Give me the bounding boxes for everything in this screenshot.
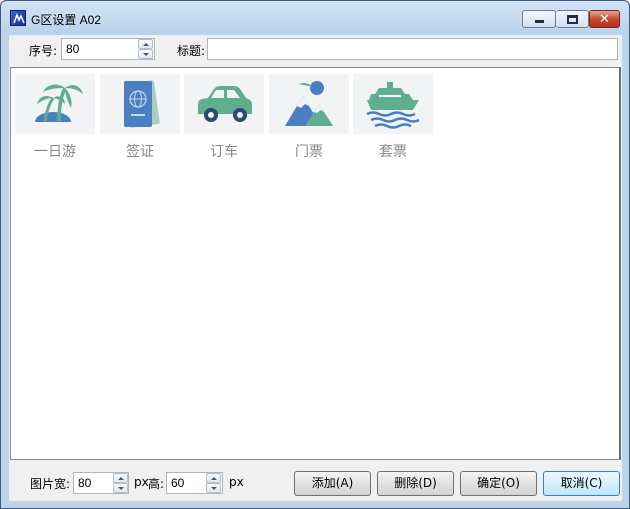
maximize-icon: [567, 15, 578, 24]
index-spin-up-icon[interactable]: [138, 39, 153, 49]
minimize-button[interactable]: [522, 10, 556, 28]
tile-package[interactable]: [353, 74, 433, 134]
passport-icon: [124, 80, 160, 128]
index-spin-down-icon[interactable]: [138, 49, 153, 59]
image-height-label: 高:: [148, 477, 165, 491]
tile-tickets[interactable]: [269, 74, 349, 134]
tile-label-tickets: 门票: [295, 144, 323, 160]
image-width-spinner[interactable]: [113, 473, 128, 493]
window-title: G区设置 A02: [31, 13, 102, 27]
tile-day-tour[interactable]: [15, 74, 95, 134]
index-spinner[interactable]: [138, 39, 153, 59]
tile-car-rental[interactable]: [184, 74, 264, 134]
tile-label-car-rental: 订车: [210, 144, 238, 160]
tile-label-package: 套票: [379, 144, 407, 160]
height-spin-down-icon[interactable]: [206, 483, 221, 493]
close-button[interactable]: ✕: [589, 10, 620, 28]
dialog-content: 序号: 80 标题: 一日游 签证 订车 门票 套票 图片宽: 80 px 高:…: [9, 35, 622, 501]
height-spin-up-icon[interactable]: [206, 473, 221, 483]
mountain-icon: [285, 81, 333, 126]
cruise-ship-icon: [366, 82, 420, 129]
image-height-spinner[interactable]: [206, 473, 221, 493]
add-button[interactable]: 添加(A): [294, 471, 371, 496]
image-width-label: 图片宽:: [30, 477, 71, 491]
image-width-value: 80: [78, 476, 92, 490]
index-label: 序号:: [29, 44, 58, 58]
tile-label-day-tour: 一日游: [34, 144, 76, 160]
delete-button[interactable]: 删除(D): [377, 471, 454, 496]
palm-island-icon: [29, 84, 83, 134]
index-value: 80: [66, 42, 80, 56]
tile-label-visa: 签证: [126, 144, 154, 160]
cancel-button[interactable]: 取消(C): [543, 471, 620, 496]
app-icon: [10, 10, 26, 26]
title-input[interactable]: [207, 38, 618, 60]
image-width-unit: px: [134, 475, 149, 489]
tile-visa[interactable]: [100, 74, 180, 134]
title-bar[interactable]: G区设置 A02 ✕: [1, 1, 629, 35]
width-spin-up-icon[interactable]: [113, 473, 128, 483]
image-height-value: 60: [171, 476, 185, 490]
dialog-window: G区设置 A02 ✕ 序号: 80 标题: 一日游 签证 订车 门票 套票 图片…: [0, 0, 630, 509]
width-spin-down-icon[interactable]: [113, 483, 128, 493]
car-icon: [198, 86, 252, 122]
minimize-icon: [535, 20, 544, 23]
image-height-unit: px: [229, 475, 244, 489]
ok-button[interactable]: 确定(O): [460, 471, 537, 496]
close-icon: ✕: [599, 12, 610, 27]
image-grid-panel: 一日游 签证 订车 门票 套票: [10, 67, 621, 460]
maximize-button[interactable]: [556, 10, 589, 28]
title-label: 标题:: [177, 44, 206, 58]
